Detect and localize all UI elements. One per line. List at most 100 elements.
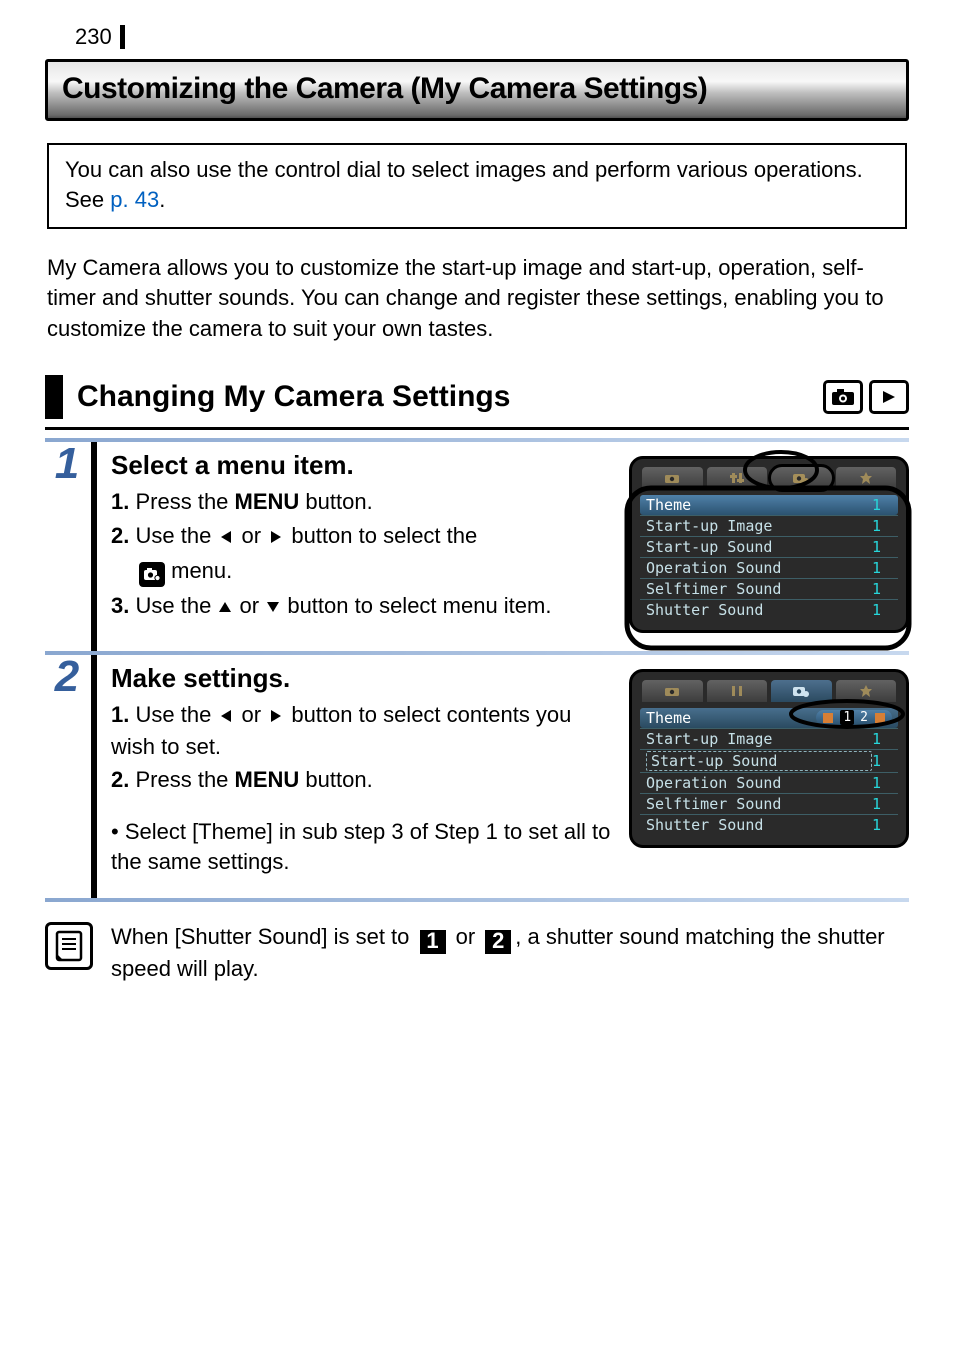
menu-value: 1: [872, 517, 892, 535]
text: button to select menu item.: [281, 593, 551, 618]
menu-button-label: MENU: [235, 767, 300, 792]
menu-value: 1: [872, 496, 892, 514]
step-1: 1 Select a menu item. 1. Press the MENU …: [45, 442, 909, 651]
menu-label: Operation Sound: [646, 774, 872, 792]
text: button.: [299, 767, 372, 792]
theme-off-icon: [822, 712, 834, 724]
menu-row: Start-up Sound1: [640, 749, 898, 772]
theme-option: 2: [860, 710, 868, 725]
tip-row: When [Shutter Sound] is set to 1 or 2, a…: [45, 922, 909, 984]
page-title-banner: Customizing the Camera (My Camera Settin…: [45, 59, 909, 121]
step1-screenshot: Theme1 Start-up Image1 Start-up Sound1 O…: [629, 456, 909, 633]
arrow-left-icon: [217, 523, 235, 553]
text: or: [450, 924, 482, 949]
substep-num: 2.: [111, 523, 129, 548]
menu-row: Operation Sound1: [640, 772, 898, 793]
menu-row: Start-up Image1: [640, 515, 898, 536]
menu-label: Selftimer Sound: [646, 795, 872, 813]
substep-num: 3.: [111, 593, 129, 618]
menu-label: Shutter Sound: [646, 816, 872, 834]
text: Use the: [135, 702, 217, 727]
lcd-screen: Theme1 Start-up Image1 Start-up Sound1 O…: [629, 456, 909, 633]
text: or: [235, 523, 267, 548]
menu-button-label: MENU: [235, 489, 300, 514]
mode-icons: [823, 380, 909, 414]
menu-label: Selftimer Sound: [646, 580, 872, 598]
menu-tabstrip: [640, 680, 898, 708]
note-link[interactable]: p. 43: [110, 187, 159, 212]
tab-shooting-icon: [642, 467, 703, 489]
menu-row: Start-up Image1: [640, 728, 898, 749]
step-number: 2: [45, 655, 89, 697]
steps-divider-bottom: [45, 898, 909, 902]
menu-label: Shutter Sound: [646, 601, 872, 619]
menu-list: Theme 1 2 Start-up Image1 Start-up Sound…: [640, 708, 898, 835]
badge-2: 2: [485, 930, 511, 954]
step-number: 1: [45, 442, 89, 484]
menu-tabstrip: [640, 467, 898, 495]
arrow-right-icon: [267, 702, 285, 732]
text: Press the: [135, 489, 234, 514]
menu-label: Start-up Sound: [646, 751, 872, 771]
step-number-col: 2: [45, 655, 89, 898]
page-number-wrap: 230: [45, 25, 909, 55]
section-heading-row: Changing My Camera Settings: [45, 375, 909, 430]
substep-num: 1.: [111, 702, 129, 727]
tab-shooting-icon: [642, 680, 703, 702]
menu-label: Theme: [646, 496, 872, 514]
tab-mycamera-icon: [771, 680, 832, 702]
step2-screenshot: Theme 1 2 Start-up Image1 Start-up Sound…: [629, 669, 909, 848]
tip-text: When [Shutter Sound] is set to 1 or 2, a…: [111, 922, 909, 984]
text: button to select the: [285, 523, 477, 548]
menu-label: Start-up Image: [646, 730, 872, 748]
menu-row: Shutter Sound1: [640, 599, 898, 620]
arrow-down-icon: [265, 593, 281, 623]
tab-mycamera-icon: [771, 467, 832, 489]
theme-custom-icon: [874, 712, 886, 724]
menu-value: 1: [872, 774, 892, 792]
tab-setup-icon: [707, 467, 768, 489]
menu-row-theme: Theme1: [640, 495, 898, 515]
menu-value: 1: [872, 580, 892, 598]
text: or: [235, 702, 267, 727]
substep-num: 1.: [111, 489, 129, 514]
menu-value: 1: [872, 752, 892, 770]
menu-row: Selftimer Sound1: [640, 578, 898, 599]
step-text: Select a menu item. 1. Press the MENU bu…: [111, 448, 611, 633]
menu-row: Shutter Sound1: [640, 814, 898, 835]
step1-line2b: menu.: [111, 556, 611, 587]
page-title: Customizing the Camera (My Camera Settin…: [62, 72, 707, 105]
section-bar: [45, 375, 63, 419]
step-2: 2 Make settings. 1. Use the or button to…: [45, 655, 909, 898]
playback-mode-icon: [869, 380, 909, 414]
note-text-after: .: [159, 187, 165, 212]
tab-mymenu-icon: [836, 680, 897, 702]
step2-bullet: • Select [Theme] in sub step 3 of Step 1…: [111, 817, 611, 876]
text: Use the: [135, 593, 217, 618]
text: button.: [299, 489, 372, 514]
text: Use the: [135, 523, 217, 548]
control-dial-note: You can also use the control dial to sel…: [47, 143, 907, 228]
note-text-before: You can also use the control dial to sel…: [65, 157, 863, 212]
tab-setup-icon: [707, 680, 768, 702]
theme-option-selected: 1: [840, 710, 854, 725]
step2-line1: 1. Use the or button to select contents …: [111, 700, 611, 761]
menu-label: Operation Sound: [646, 559, 872, 577]
step-heading: Make settings.: [111, 663, 611, 694]
menu-row-theme: Theme 1 2: [640, 708, 898, 728]
menu-row: Operation Sound1: [640, 557, 898, 578]
intro-paragraph: My Camera allows you to customize the st…: [47, 253, 907, 345]
page-number: 230: [45, 25, 125, 49]
menu-label: Theme: [646, 709, 816, 727]
camera-mode-icon: [823, 380, 863, 414]
step1-line1: 1. Press the MENU button.: [111, 487, 611, 517]
text: When [Shutter Sound] is set to: [111, 924, 416, 949]
section-heading: Changing My Camera Settings: [77, 380, 823, 414]
menu-row: Start-up Sound1: [640, 536, 898, 557]
text: Press the: [135, 767, 234, 792]
text: menu.: [171, 558, 232, 583]
substep-num: 2.: [111, 767, 129, 792]
text: or: [233, 593, 265, 618]
menu-value: 1: [872, 601, 892, 619]
step1-line3: 3. Use the or button to select menu item…: [111, 591, 611, 623]
